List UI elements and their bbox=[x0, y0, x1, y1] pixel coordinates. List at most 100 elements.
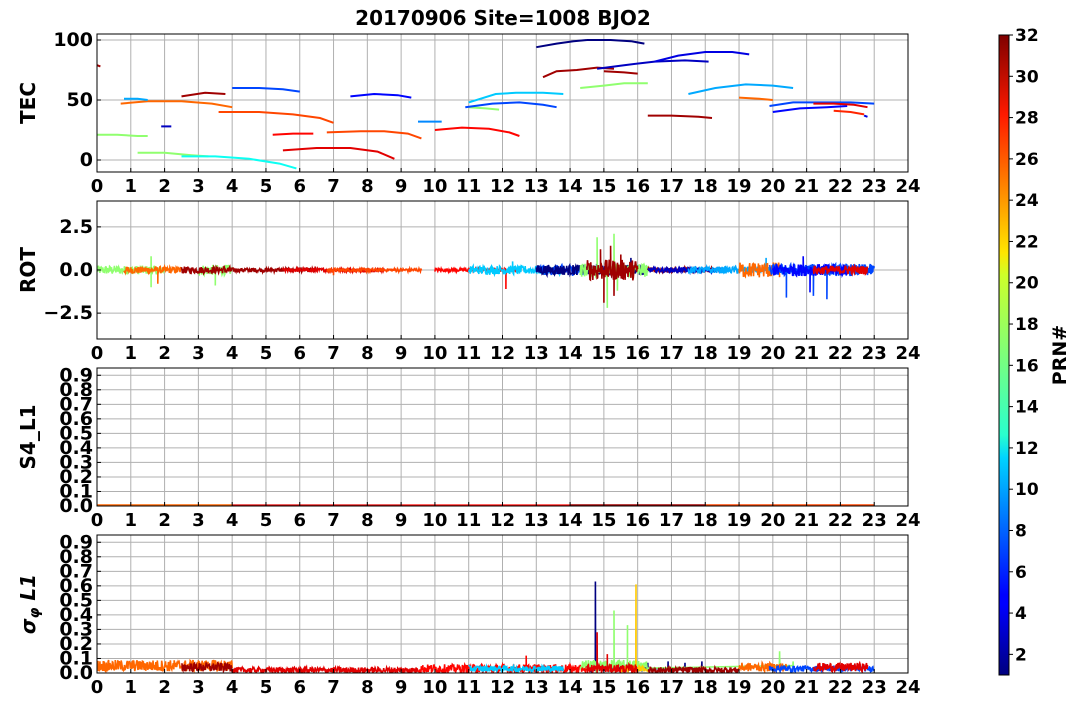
x-tick-label: 12 bbox=[490, 677, 515, 698]
x-tick-label: 11 bbox=[456, 176, 481, 197]
x-tick-label: 16 bbox=[625, 176, 650, 197]
panels: 0 1 2 3 4 5 6 7 8 9 10 11 12 13 14 15 16 17 18 19 20 21 22 23 24… bbox=[16, 29, 921, 698]
y-tick-label: 2.5 bbox=[59, 216, 93, 238]
x-tick-label: 20 bbox=[760, 176, 785, 197]
colorbar-tick-label: 4 bbox=[1015, 604, 1027, 624]
x-tick-label: 6 bbox=[293, 510, 306, 531]
panel-3: 0 1 2 3 4 5 6 7 8 9 10 11 12 13 14 15 16 17 18 19 20 21 22 23 24… bbox=[16, 364, 921, 531]
x-tick-label: 3 bbox=[192, 677, 205, 698]
x-tick-label: 7 bbox=[327, 677, 340, 698]
x-tick-label: 18 bbox=[693, 343, 718, 364]
x-tick-label: 16 bbox=[625, 510, 650, 531]
x-tick-label: 18 bbox=[693, 510, 718, 531]
x-tick-label: 1 bbox=[125, 343, 138, 364]
x-tick-label: 4 bbox=[226, 510, 239, 531]
x-tick-label: 0 bbox=[91, 343, 104, 364]
x-tick-label: 13 bbox=[524, 176, 549, 197]
x-tick-label: 21 bbox=[794, 343, 819, 364]
x-tick-label: 5 bbox=[260, 343, 273, 364]
colorbar-gradient bbox=[999, 35, 1009, 675]
x-tick-label: 10 bbox=[422, 176, 447, 197]
x-tick-label: 9 bbox=[395, 176, 408, 197]
x-tick-label: 23 bbox=[862, 176, 887, 197]
x-tick-label: 24 bbox=[895, 343, 920, 364]
x-tick-label: 4 bbox=[226, 176, 239, 197]
x-tick-label: 14 bbox=[558, 677, 583, 698]
x-tick-label: 20 bbox=[760, 677, 785, 698]
colorbar-label: PRN# bbox=[1049, 325, 1071, 385]
x-tick-label: 17 bbox=[659, 677, 684, 698]
x-tick-label: 6 bbox=[293, 176, 306, 197]
x-tick-label: 21 bbox=[794, 677, 819, 698]
colorbar-tick-label: 30 bbox=[1015, 67, 1039, 87]
x-tick-label: 16 bbox=[625, 677, 650, 698]
figure: 20170906 Site=1008 BJO2 0 1 2 3 4 5 6 7 8 9 10 11 12… bbox=[16, 6, 1071, 698]
x-tick-label: 16 bbox=[625, 343, 650, 364]
y-tick-label: 50 bbox=[67, 89, 93, 111]
x-tick-label: 23 bbox=[862, 343, 887, 364]
x-tick-label: 5 bbox=[260, 176, 273, 197]
x-tick-label: 15 bbox=[591, 510, 616, 531]
x-tick-label: 24 bbox=[895, 677, 920, 698]
colorbar-tick-label: 26 bbox=[1015, 150, 1039, 170]
x-tick-label: 12 bbox=[490, 343, 515, 364]
x-tick-label: 5 bbox=[260, 510, 273, 531]
x-tick-label: 3 bbox=[192, 510, 205, 531]
colorbar: 2468101214161820222426283032 PRN# bbox=[998, 26, 1071, 676]
x-tick-label: 8 bbox=[361, 176, 374, 197]
colorbar-tick-label: 20 bbox=[1015, 274, 1039, 294]
chart-title: 20170906 Site=1008 BJO2 bbox=[355, 6, 651, 30]
x-tick-label: 2 bbox=[158, 176, 171, 197]
x-tick-label: 14 bbox=[558, 510, 583, 531]
series-line-prn-11 bbox=[468, 663, 565, 673]
x-tick-label: 1 bbox=[125, 510, 138, 531]
x-tick-label: 24 bbox=[895, 510, 920, 531]
x-tick-label: 3 bbox=[192, 176, 205, 197]
y-tick-label: 0.9 bbox=[59, 364, 93, 386]
y-axis-label: ROT bbox=[16, 247, 40, 293]
x-tick-label: 11 bbox=[456, 343, 481, 364]
x-tick-label: 8 bbox=[361, 343, 374, 364]
x-tick-label: 12 bbox=[490, 510, 515, 531]
x-tick-label: 19 bbox=[727, 176, 752, 197]
panel-2: 0 1 2 3 4 5 6 7 8 9 10 11 12 13 14 15 16 17 18 19 20 21 22 23 24… bbox=[16, 200, 921, 364]
y-tick-label: −2.5 bbox=[43, 302, 93, 324]
x-tick-label: 7 bbox=[327, 343, 340, 364]
colorbar-tick-label: 8 bbox=[1015, 521, 1027, 541]
x-tick-label: 2 bbox=[158, 510, 171, 531]
x-tick-label: 13 bbox=[524, 677, 549, 698]
x-tick-label: 7 bbox=[327, 176, 340, 197]
x-tick-label: 11 bbox=[456, 510, 481, 531]
y-axis-label: TEC bbox=[16, 82, 40, 124]
x-tick-label: 2 bbox=[158, 343, 171, 364]
y-axis-label: S4_L1 bbox=[16, 405, 40, 470]
y-tick-label: 0.0 bbox=[59, 259, 93, 281]
x-tick-label: 22 bbox=[828, 510, 853, 531]
x-tick-label: 20 bbox=[760, 343, 785, 364]
x-tick-label: 22 bbox=[828, 176, 853, 197]
x-tick-label: 17 bbox=[659, 510, 684, 531]
x-tick-label: 24 bbox=[895, 176, 920, 197]
x-tick-label: 17 bbox=[659, 343, 684, 364]
colorbar-tick-label: 24 bbox=[1015, 191, 1039, 211]
x-tick-label: 9 bbox=[395, 510, 408, 531]
x-tick-label: 23 bbox=[862, 510, 887, 531]
colorbar-tick-label: 10 bbox=[1015, 480, 1039, 500]
x-tick-label: 21 bbox=[794, 176, 819, 197]
x-tick-label: 6 bbox=[293, 677, 306, 698]
y-tick-label: 0 bbox=[80, 149, 93, 171]
x-tick-label: 17 bbox=[659, 176, 684, 197]
x-tick-label: 2 bbox=[158, 677, 171, 698]
x-tick-label: 8 bbox=[361, 510, 374, 531]
x-tick-label: 22 bbox=[828, 343, 853, 364]
x-tick-label: 7 bbox=[327, 510, 340, 531]
x-tick-label: 4 bbox=[226, 343, 239, 364]
x-tick-label: 19 bbox=[727, 510, 752, 531]
y-tick-label: 0.9 bbox=[59, 531, 93, 553]
x-tick-label: 0 bbox=[91, 176, 104, 197]
series-line-prn-31 bbox=[97, 64, 101, 68]
x-tick-label: 1 bbox=[125, 677, 138, 698]
x-tick-label: 22 bbox=[828, 677, 853, 698]
x-tick-label: 11 bbox=[456, 677, 481, 698]
x-tick-label: 15 bbox=[591, 343, 616, 364]
